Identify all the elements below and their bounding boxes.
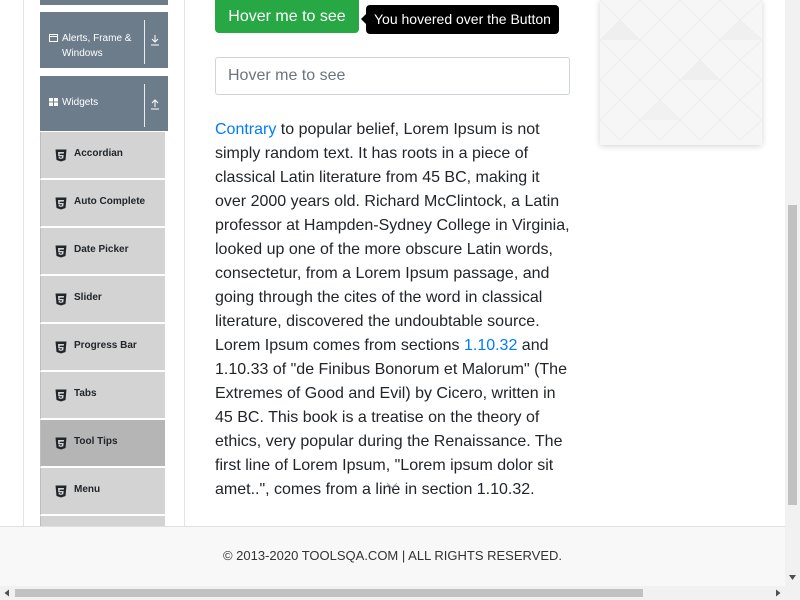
sidebar-item-label: Accordian xyxy=(74,148,123,159)
paragraph-text-1: to popular belief, Lorem Ipsum is not si… xyxy=(215,121,570,354)
sidebar-item-tool-tips[interactable]: Tool Tips xyxy=(40,420,165,468)
sidebar-item-auto-complete[interactable]: Auto Complete xyxy=(40,180,165,228)
window-icon xyxy=(49,34,58,42)
html5-icon xyxy=(55,245,67,258)
footer: © 2013-2020 TOOLSQA.COM | ALL RIGHTS RES… xyxy=(0,526,785,587)
tooltip-text: You hovered over the Button xyxy=(374,11,551,27)
hover-text-field[interactable] xyxy=(215,57,570,95)
sidebar-item-slider[interactable]: Slider xyxy=(40,276,165,324)
sidebar-item-label: Progress Bar xyxy=(74,340,137,351)
html5-icon xyxy=(55,149,67,162)
sidebar-item-partial[interactable] xyxy=(40,516,165,526)
sidebar-item-label: Date Picker xyxy=(74,244,129,255)
horizontal-scroll-thumb[interactable] xyxy=(15,589,643,597)
scroll-left-arrow-icon[interactable] xyxy=(3,589,11,597)
vertical-scrollbar[interactable] xyxy=(785,0,800,586)
download-arrow-icon[interactable] xyxy=(148,33,162,47)
hover-button[interactable]: Hover me to see xyxy=(215,0,359,33)
sidebar-item-label: Auto Complete xyxy=(74,196,146,207)
html5-icon xyxy=(55,197,67,210)
sidebar-group-label: Alerts, Frame & Windows xyxy=(62,33,132,59)
advertisement-card[interactable] xyxy=(600,0,762,145)
triangle-pattern-image xyxy=(600,0,762,145)
sidebar-item-accordian[interactable]: Accordian xyxy=(40,132,165,180)
sidebar-item-label: Tabs xyxy=(74,388,97,399)
section-link[interactable]: 1.10.32 xyxy=(464,337,517,354)
html5-icon xyxy=(55,485,67,498)
contrary-link[interactable]: Contrary xyxy=(215,121,276,138)
divider xyxy=(144,84,145,127)
tooltip-arrow xyxy=(361,14,366,24)
sidebar-item-menu[interactable]: Menu xyxy=(40,468,165,516)
footer-copyright: © 2013-2020 TOOLSQA.COM | ALL RIGHTS RES… xyxy=(222,548,563,563)
sidebar-group-label: Widgets xyxy=(62,97,99,108)
vertical-scroll-thumb[interactable] xyxy=(788,205,797,505)
html5-icon xyxy=(55,437,67,450)
paragraph-text-2: and 1.10.33 of "de Finibus Bonorum et Ma… xyxy=(215,337,567,498)
left-border xyxy=(23,0,24,526)
scroll-down-arrow-icon[interactable] xyxy=(788,573,797,582)
html5-icon xyxy=(55,389,67,402)
divider xyxy=(144,20,145,64)
sidebar-separator xyxy=(184,0,185,526)
sidebar-group-widgets[interactable]: Widgets xyxy=(40,76,168,131)
scroll-right-arrow-icon[interactable] xyxy=(774,589,782,597)
sidebar-item-label: Slider xyxy=(74,292,102,303)
tooltip: You hovered over the Button xyxy=(361,5,559,34)
horizontal-scrollbar[interactable] xyxy=(0,586,800,600)
sidebar-item-date-picker[interactable]: Date Picker xyxy=(40,228,165,276)
html5-icon xyxy=(55,341,67,354)
sidebar-group-alerts[interactable]: Alerts, Frame & Windows xyxy=(40,12,168,68)
lorem-paragraph: Contrary to popular belief, Lorem Ipsum … xyxy=(215,118,575,502)
sidebar-item-label: Tool Tips xyxy=(74,436,118,447)
sidebar-item-tabs[interactable]: Tabs xyxy=(40,372,165,420)
upload-arrow-icon[interactable] xyxy=(148,97,162,111)
html5-icon xyxy=(55,293,67,306)
sidebar-item-progress-bar[interactable]: Progress Bar xyxy=(40,324,165,372)
sidebar-item-label: Menu xyxy=(74,484,101,495)
sidebar-group-stub[interactable] xyxy=(40,0,168,5)
grid-icon xyxy=(49,98,58,106)
chevron-down-icon xyxy=(386,482,398,489)
